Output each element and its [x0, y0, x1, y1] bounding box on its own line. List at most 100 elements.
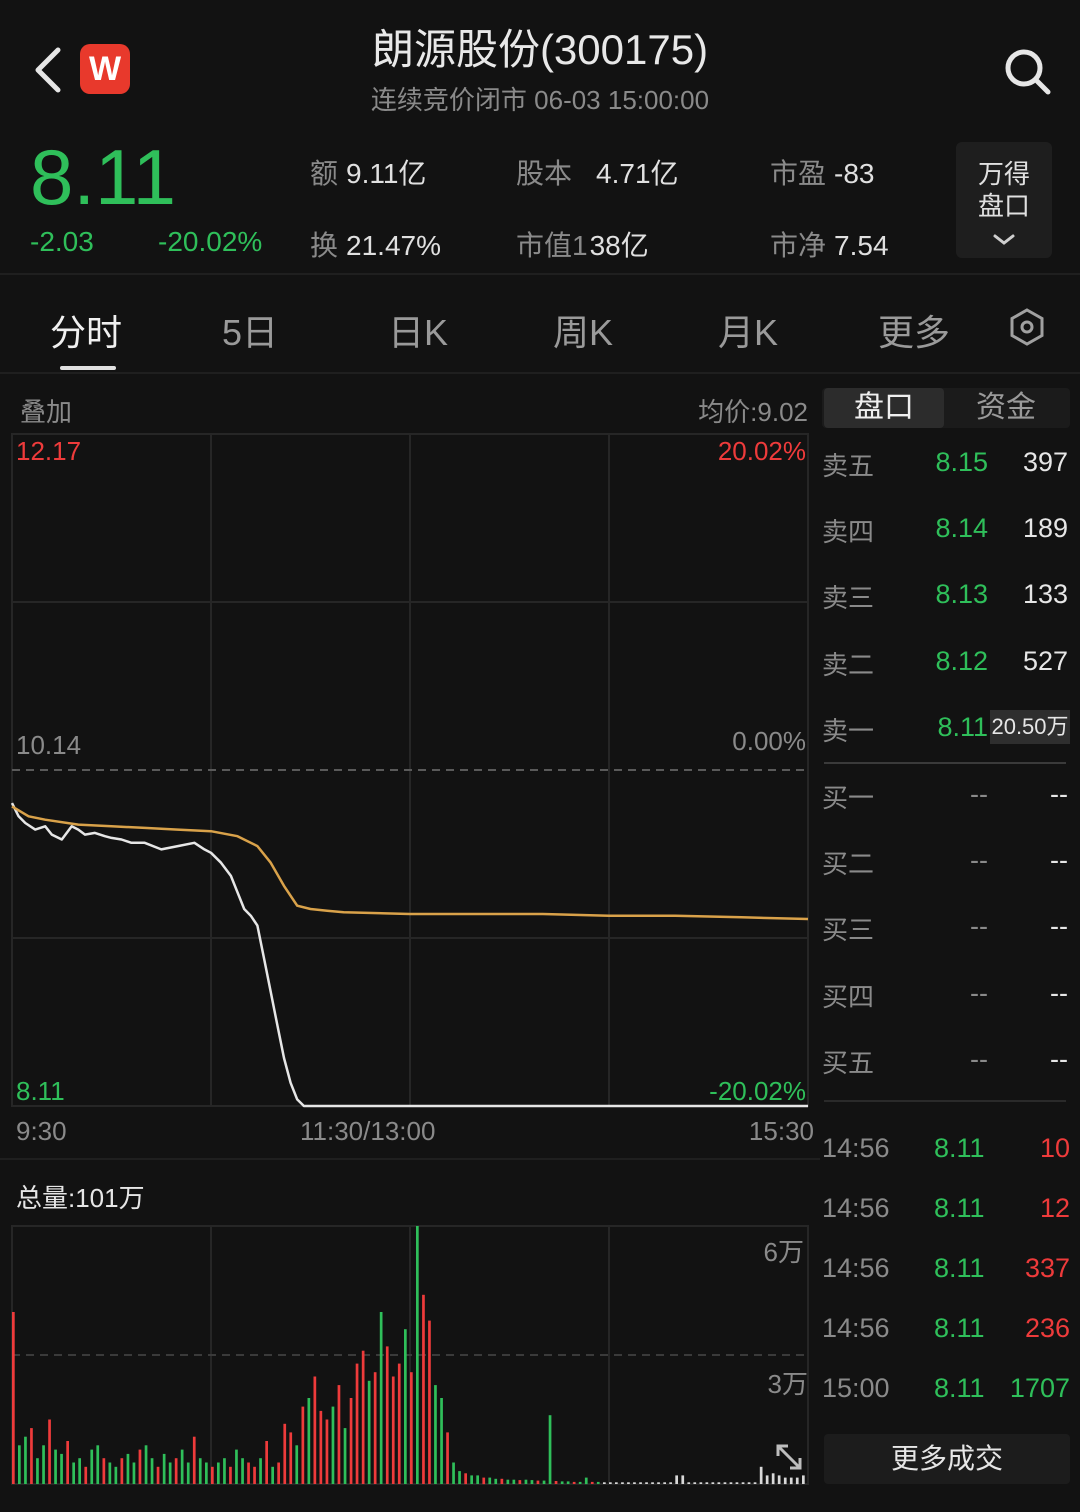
volume-bar: [30, 1428, 33, 1484]
volume-bar: [66, 1441, 69, 1484]
volume-bar: [699, 1482, 703, 1484]
trade-time: 14:56: [822, 1313, 890, 1343]
trade-volume: 337: [1024, 1253, 1070, 1283]
ask-1-price: 8.11: [937, 712, 988, 742]
volume-bar: [494, 1478, 498, 1484]
volume-bar: [440, 1398, 443, 1484]
bid-4-label: 买四: [822, 982, 875, 1012]
tab-orderbook[interactable]: 盘口: [824, 388, 944, 428]
volume-bar: [705, 1482, 709, 1484]
volume-bar: [174, 1458, 178, 1484]
ask-2-price: 8.12: [935, 646, 988, 676]
volume-bar: [572, 1481, 576, 1484]
tab-daily-k[interactable]: 日K: [388, 304, 448, 356]
stat-turnover-rate: 换 21.47%: [310, 230, 441, 261]
overlay-button[interactable]: 叠加: [20, 392, 72, 429]
price-change: -2.03: [30, 226, 94, 257]
intraday-price-chart[interactable]: [0, 430, 820, 1110]
volume-bar: [36, 1458, 39, 1484]
volume-bar: [548, 1415, 552, 1484]
back-arrow-icon[interactable]: [28, 44, 68, 96]
bid-5-volume: --: [1050, 1044, 1068, 1074]
tab-more[interactable]: 更多: [878, 304, 950, 356]
volume-bar: [524, 1479, 528, 1484]
volume-bar: [729, 1482, 733, 1484]
tab-weekly-k[interactable]: 周K: [553, 304, 613, 356]
volume-bar: [132, 1462, 136, 1484]
time-label-midday: 11:30/13:00: [300, 1116, 436, 1146]
trade-time: 15:00: [822, 1373, 890, 1403]
volume-bar: [114, 1466, 118, 1484]
volume-bar: [506, 1479, 510, 1484]
volume-bar: [391, 1376, 395, 1484]
volume-bar: [711, 1482, 715, 1484]
volume-bar: [241, 1458, 244, 1484]
trade-price: 8.11: [934, 1373, 985, 1403]
volume-bar: [554, 1481, 558, 1484]
more-trades-button[interactable]: 更多成交: [824, 1434, 1070, 1484]
volume-bar: [566, 1481, 570, 1484]
volume-chart[interactable]: [0, 1222, 820, 1488]
current-price: 8.11: [30, 133, 177, 221]
volume-bar: [373, 1372, 377, 1484]
settings-icon[interactable]: [1008, 308, 1046, 346]
volume-bar: [379, 1312, 383, 1484]
volume-bar: [289, 1432, 293, 1484]
bid-5-price: --: [970, 1044, 988, 1074]
search-icon[interactable]: [1002, 46, 1052, 96]
ask-3-price: 8.13: [935, 579, 988, 609]
volume-bar: [211, 1466, 214, 1484]
stock-title: 朗源股份(300175): [371, 26, 709, 73]
price-axis-low: 8.11: [16, 1076, 65, 1106]
fullscreen-icon[interactable]: [774, 1442, 804, 1472]
trade-price: 8.11: [934, 1133, 985, 1163]
pct-axis-low: -20.02%: [709, 1076, 806, 1106]
time-label-open: 9:30: [16, 1116, 67, 1146]
volume-bar: [253, 1466, 256, 1484]
volume-bar: [361, 1350, 365, 1484]
volume-bar: [759, 1466, 763, 1484]
ask-5-label: 卖五: [822, 451, 875, 481]
volume-bar: [464, 1473, 467, 1485]
ask-3-label: 卖三: [822, 583, 875, 613]
ask-1-volume: 20.50万: [990, 710, 1070, 744]
trade-time: 14:56: [822, 1253, 890, 1283]
stat-turnover-amount: 额 9.11亿: [310, 158, 427, 189]
price-axis-high: 12.17: [16, 436, 82, 466]
volume-bar: [180, 1449, 184, 1484]
volume-bar: [488, 1477, 492, 1485]
tab-5day[interactable]: 5日: [222, 304, 278, 356]
tab-capital-flow[interactable]: 资金: [944, 388, 1068, 428]
volume-bar: [90, 1449, 94, 1484]
volume-bar: [162, 1453, 166, 1484]
volume-bar: [596, 1481, 600, 1484]
volume-bar: [789, 1477, 793, 1485]
trade-price: 8.11: [934, 1253, 985, 1283]
stat-pe-ratio: 市盈 -83: [770, 158, 875, 189]
tab-monthly-k[interactable]: 月K: [718, 304, 778, 356]
volume-bar: [301, 1406, 305, 1484]
volume-bar: [452, 1462, 455, 1484]
volume-bar: [578, 1481, 582, 1484]
volume-bar: [802, 1475, 805, 1484]
tab-intraday[interactable]: 分时: [50, 304, 122, 356]
volume-bar: [265, 1441, 268, 1484]
volume-bar: [584, 1477, 588, 1485]
volume-bar: [651, 1482, 654, 1484]
volume-bar: [542, 1480, 546, 1484]
wind-pankou-button[interactable]: 万得 盘口: [956, 142, 1052, 258]
volume-axis-high: 6万: [763, 1237, 804, 1267]
ask-2-volume: 527: [1022, 646, 1068, 676]
bid-2-label: 买二: [822, 849, 875, 879]
volume-bar: [48, 1419, 51, 1484]
volume-bar: [795, 1477, 799, 1485]
volume-bar: [530, 1480, 534, 1484]
volume-bar: [229, 1466, 232, 1484]
stat-share-capital: 股本 4.71亿: [516, 158, 679, 189]
volume-bar: [313, 1376, 317, 1484]
volume-bar: [621, 1482, 624, 1484]
divider: [0, 372, 1080, 374]
volume-bar: [717, 1482, 721, 1484]
ask-5-volume: 397: [1022, 447, 1068, 477]
app-logo-icon[interactable]: W: [80, 44, 130, 94]
